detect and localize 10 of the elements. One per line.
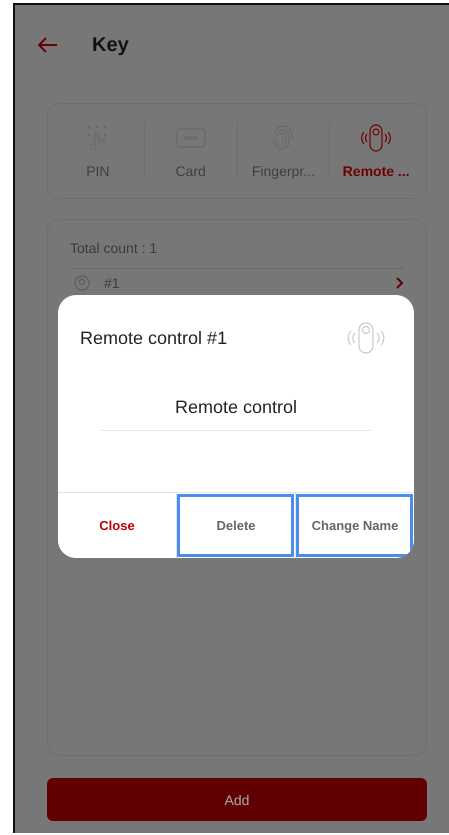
total-count: Total count : 1 xyxy=(70,240,158,256)
dialog-button[interactable]: Delete xyxy=(176,493,295,558)
name-input-field[interactable]: Remote control xyxy=(100,389,372,431)
key-type-tab[interactable]: Remote ... xyxy=(330,123,422,179)
chevron-right-icon[interactable] xyxy=(396,277,404,289)
back-arrow-icon[interactable] xyxy=(38,37,58,53)
add-button[interactable]: Add xyxy=(47,778,427,821)
page-title: Key xyxy=(92,34,129,56)
dialog-title: Remote control #1 xyxy=(80,328,228,348)
dialog-button[interactable]: Change Name xyxy=(295,493,414,558)
